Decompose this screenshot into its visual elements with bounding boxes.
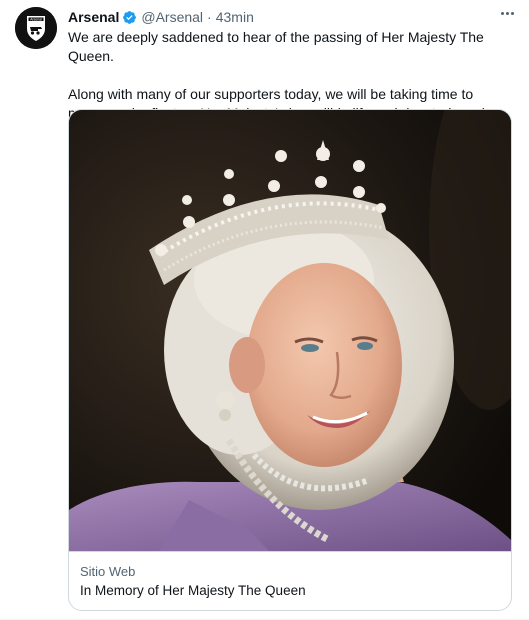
tweet-header: Arsenal @Arsenal · 43min [68,7,517,27]
crest-wordmark: Arsenal [30,17,42,21]
ellipsis-icon[interactable] [497,4,517,22]
card-title: In Memory of Her Majesty The Queen [80,583,306,598]
timestamp[interactable]: 43min [216,9,254,25]
verified-badge-icon [122,10,137,25]
card-image[interactable] [69,110,511,551]
author-name[interactable]: Arsenal [68,9,119,25]
author-handle[interactable]: @Arsenal [141,9,203,25]
tweet[interactable]: Arsenal Arsenal @Arsenal · 43min We are … [0,0,529,620]
tweet-paragraph: We are deeply saddened to hear of the pa… [68,29,484,64]
arsenal-crest-icon: Arsenal [15,7,57,49]
card-domain: Sitio Web [80,564,136,579]
separator-dot: · [207,9,212,25]
link-card[interactable]: Sitio Web In Memory of Her Majesty The Q… [68,109,512,611]
card-meta[interactable]: Sitio Web In Memory of Her Majesty The Q… [69,551,511,610]
avatar[interactable]: Arsenal [15,7,57,49]
queen-portrait-image [69,110,511,551]
